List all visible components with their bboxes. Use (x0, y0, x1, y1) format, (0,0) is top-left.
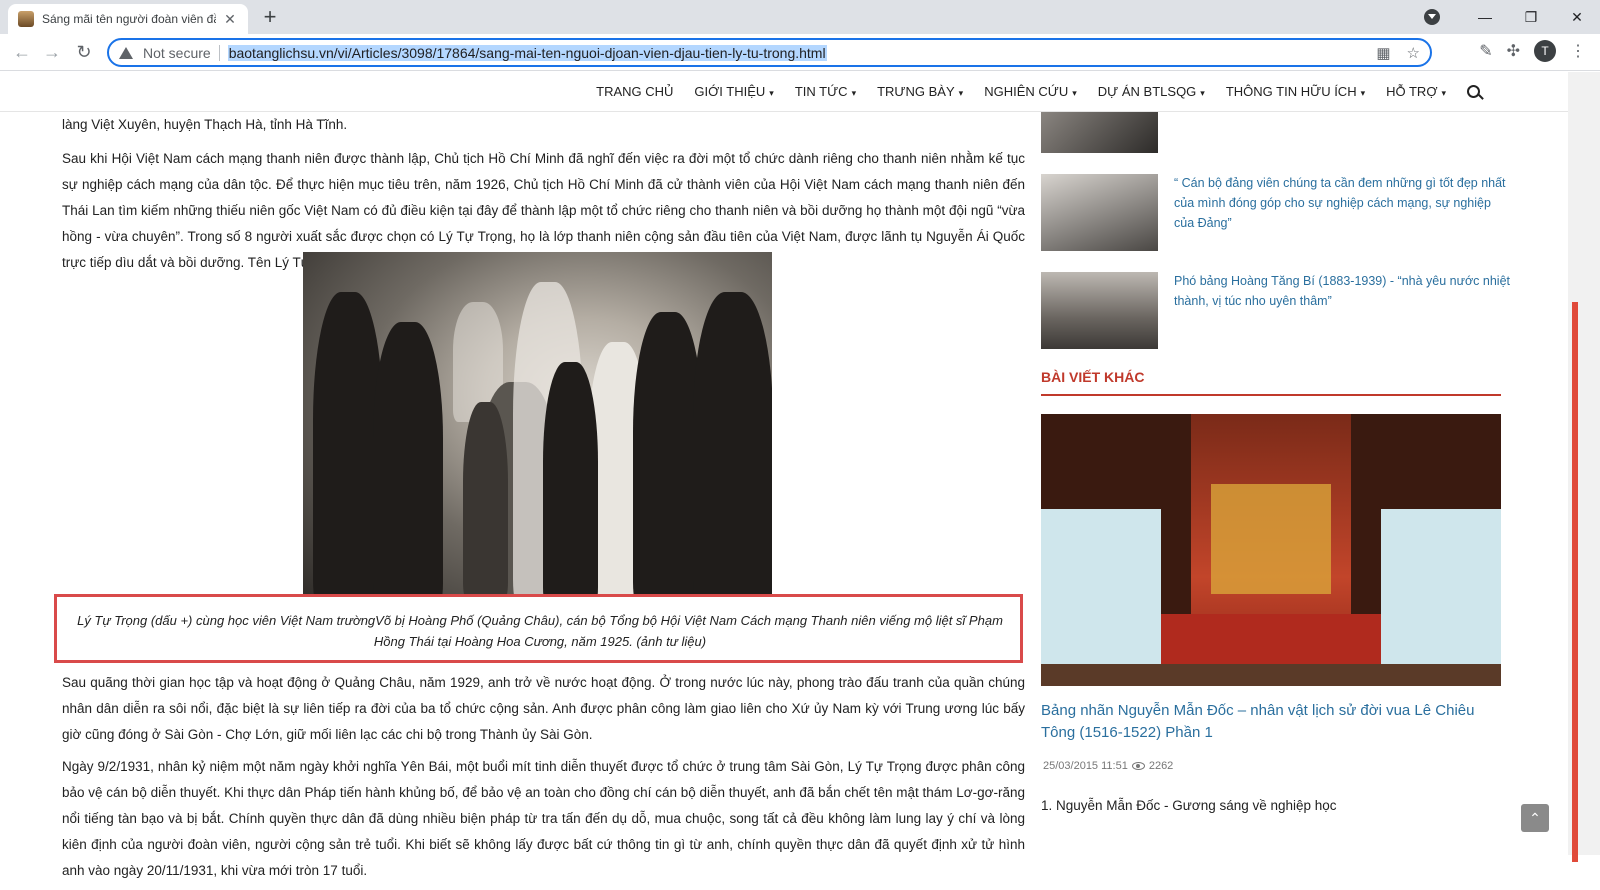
tab-title: Sáng mãi tên người đoàn viên đầ (42, 12, 216, 26)
view-count: 2262 (1148, 760, 1174, 772)
omnibox-divider (218, 44, 220, 61)
search-icon[interactable] (1467, 85, 1480, 98)
article-paragraph: Ngày 9/2/1931, nhân kỷ niệm một năm ngày… (62, 759, 1025, 878)
nav-item-label: TRANG CHỦ (596, 84, 674, 99)
browser-menu-icon[interactable]: ⋮ (1570, 41, 1586, 61)
forward-button[interactable]: → (40, 40, 64, 64)
nav-item-trang-chu[interactable]: TRANG CHỦ (596, 84, 673, 99)
scrollbar-thumb[interactable] (1572, 302, 1578, 862)
nav-item-label: TRƯNG BÀY (877, 84, 955, 99)
historical-photo (303, 252, 772, 604)
feature-article-title[interactable]: Bảng nhãn Nguyễn Mẫn Đốc – nhân vật lịch… (1041, 700, 1511, 744)
related-article-thumbnail[interactable] (1041, 112, 1158, 153)
nav-item-tin-tuc[interactable]: TIN TỨC ▾ (795, 84, 856, 99)
article-paragraph: làng Việt Xuyên, huyện Thạch Hà, tỉnh Hà… (62, 117, 348, 132)
nav-item-du-an[interactable]: DỰ ÁN BTLSQG ▾ (1098, 84, 1205, 99)
tab-close-icon[interactable]: ✕ (222, 11, 238, 28)
nav-item-ho-tro[interactable]: HỖ TRỢ ▾ (1386, 84, 1446, 99)
related-article-thumbnail[interactable] (1041, 272, 1158, 349)
restore-button[interactable]: ❐ (1508, 9, 1554, 26)
caret-down-icon: ▾ (1360, 88, 1366, 98)
caret-down-icon: ▾ (1441, 88, 1446, 98)
article-body-continued: Sau quãng thời gian học tập và hoạt động… (62, 670, 1025, 890)
related-article-link[interactable]: “ Cán bộ đảng viên chúng ta cần đem nhữn… (1174, 173, 1514, 233)
warning-icon (119, 46, 133, 59)
browser-tab-bar: Sáng mãi tên người đoàn viên đầ ✕ + — ❐ … (0, 0, 1600, 34)
caret-down-icon: ▾ (958, 88, 964, 98)
nav-item-label: HỖ TRỢ (1386, 84, 1438, 99)
nav-item-label: TIN TỨC (794, 84, 848, 99)
reload-button[interactable]: ↻ (72, 40, 96, 64)
url-text[interactable]: baotanglichsu.vn/vi/Articles/3098/17864/… (227, 44, 827, 61)
nav-menu: TRANG CHỦ GIỚI THIỆU ▾ TIN TỨC ▾ TRƯNG BÀY… (596, 84, 1446, 99)
caret-down-icon: ▾ (1200, 88, 1205, 98)
publish-date: 25/03/2015 11:51 (1043, 760, 1128, 772)
address-bar[interactable]: Not secure baotanglichsu.vn/vi/Articles/… (107, 38, 1432, 67)
back-button[interactable]: ← (10, 40, 34, 64)
caret-down-icon: ▾ (851, 88, 857, 98)
feature-article-image[interactable] (1041, 414, 1501, 686)
nav-item-nghien-cuu[interactable]: NGHIÊN CỨU ▾ (984, 84, 1077, 99)
heading-underline (1041, 394, 1501, 396)
browser-tab[interactable]: Sáng mãi tên người đoàn viên đầ ✕ (8, 4, 248, 34)
minimize-button[interactable]: — (1462, 9, 1508, 25)
article-section-item: 1. Nguyễn Mẫn Đốc - Gương sáng về nghiệp… (1041, 798, 1337, 813)
caret-down-icon: ▾ (1072, 88, 1077, 98)
extensions-area: ✎ ✣ T ⋮ (1479, 40, 1586, 62)
favicon-icon (18, 11, 34, 27)
nav-item-label: THÔNG TIN HỮU ÍCH (1225, 84, 1357, 99)
profile-avatar[interactable]: T (1534, 40, 1556, 62)
not-secure-label[interactable]: Not secure (143, 45, 211, 61)
photo-caption: Lý Tự Trọng (dấu +) cùng học viên Việt N… (77, 613, 1003, 649)
browser-toolbar: ← → ↻ Not secure baotanglichsu.vn/vi/Art… (0, 34, 1600, 71)
tab-search-icon[interactable] (1424, 9, 1440, 25)
page-scrollbar[interactable] (1568, 72, 1600, 862)
nav-item-gioi-thieu[interactable]: GIỚI THIỆU ▾ (694, 84, 773, 99)
related-article-link[interactable]: Phó bảng Hoàng Tăng Bí (1883-1939) - “nh… (1174, 271, 1514, 311)
nav-item-trung-bay[interactable]: TRƯNG BÀY ▾ (877, 84, 963, 99)
extensions-puzzle-icon[interactable]: ✣ (1507, 41, 1520, 61)
eye-icon (1131, 762, 1145, 770)
bookmark-star-icon[interactable]: ☆ (1407, 44, 1420, 62)
other-articles-heading: BÀI VIẾT KHÁC (1041, 369, 1145, 385)
caret-down-icon: ▾ (769, 88, 774, 98)
extension-pen-icon[interactable]: ✎ (1479, 41, 1492, 61)
article-paragraph: Sau quãng thời gian học tập và hoạt động… (62, 675, 1025, 742)
nav-item-label: NGHIÊN CỨU (984, 84, 1069, 99)
omnibox-actions: ▦ ☆ (1376, 44, 1420, 62)
window-controls: — ❐ ✕ (1424, 0, 1600, 34)
nav-item-thong-tin[interactable]: THÔNG TIN HỮU ÍCH ▾ (1226, 84, 1365, 99)
related-article-thumbnail[interactable] (1041, 174, 1158, 251)
close-window-button[interactable]: ✕ (1554, 9, 1600, 26)
scroll-to-top-button[interactable]: ⌃ (1521, 804, 1549, 832)
feature-article-meta: 25/03/2015 11:51 2262 (1043, 760, 1173, 772)
qr-code-icon[interactable]: ▦ (1376, 44, 1390, 62)
site-navigation: TRANG CHỦ GIỚI THIỆU ▾ TIN TỨC ▾ TRƯNG BÀY… (0, 72, 1568, 112)
nav-item-label: DỰ ÁN BTLSQG (1097, 84, 1197, 99)
nav-item-label: GIỚI THIỆU (694, 84, 766, 99)
new-tab-button[interactable]: + (258, 5, 282, 29)
